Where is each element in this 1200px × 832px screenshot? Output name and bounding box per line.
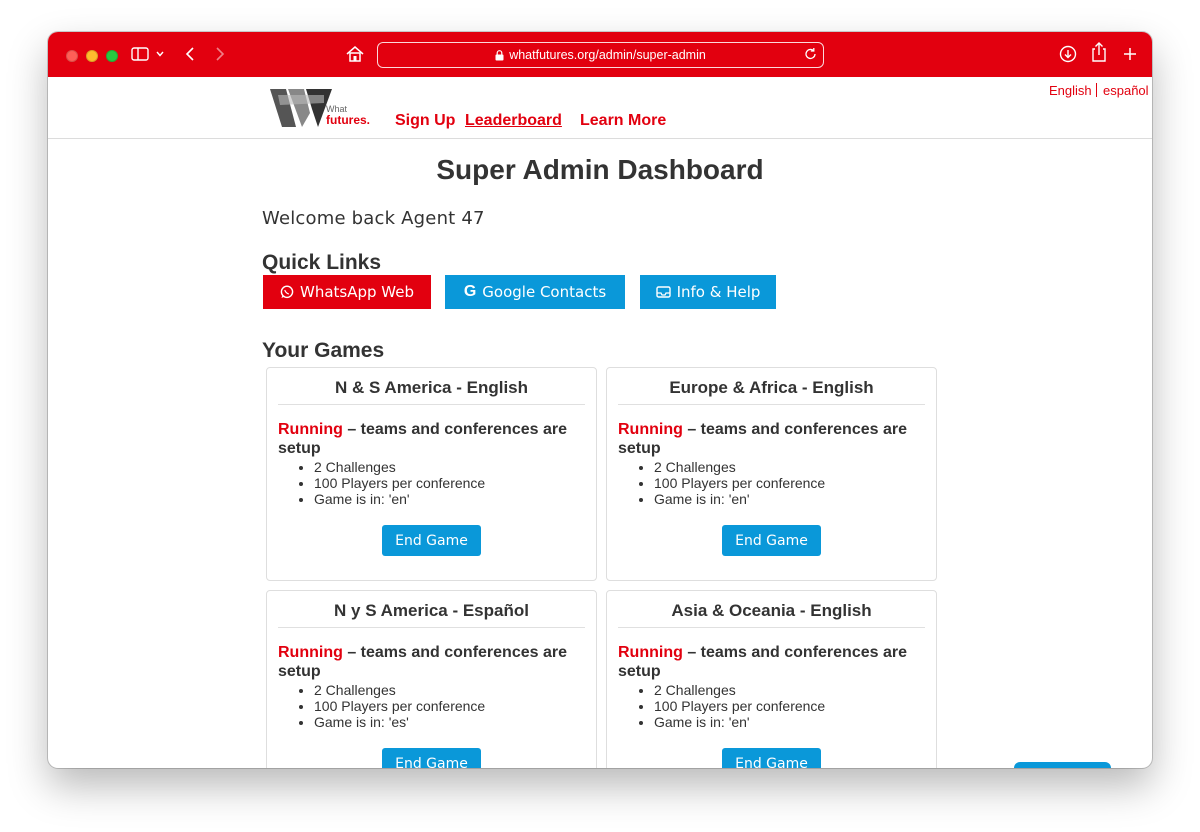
game-card: N & S America - English Running – teams … xyxy=(266,367,597,581)
google-icon: G xyxy=(463,283,477,300)
minimize-window-button[interactable] xyxy=(86,50,98,62)
new-tab-icon[interactable] xyxy=(1123,44,1137,64)
browser-window: whatfutures.org/admin/super-admin What f… xyxy=(48,32,1152,768)
game-status: Running – teams and conferences are setu… xyxy=(278,643,588,681)
zoom-window-button[interactable] xyxy=(106,50,118,62)
floating-action-button[interactable] xyxy=(1014,762,1111,768)
status-running: Running xyxy=(278,644,343,661)
end-game-button[interactable]: End Game xyxy=(382,525,481,556)
game-details-list: 2 Challenges 100 Players per conference … xyxy=(618,682,825,730)
info-help-button[interactable]: Info & Help xyxy=(640,275,776,309)
whatfutures-logo[interactable]: What futures. xyxy=(268,83,378,129)
game-details-list: 2 Challenges 100 Players per conference … xyxy=(278,682,485,730)
game-status: Running – teams and conferences are setu… xyxy=(618,643,928,681)
game-card: N y S America - Español Running – teams … xyxy=(266,590,597,768)
game-players: 100 Players per conference xyxy=(314,475,485,491)
sidebar-icon[interactable] xyxy=(131,44,149,64)
game-language: Game is in: 'en' xyxy=(654,714,825,730)
end-game-button[interactable]: End Game xyxy=(722,525,821,556)
whatsapp-web-button[interactable]: WhatsApp Web xyxy=(263,275,431,309)
game-details-list: 2 Challenges 100 Players per conference … xyxy=(278,459,485,507)
status-running: Running xyxy=(618,421,683,438)
your-games-heading: Your Games xyxy=(262,339,385,362)
nav-learn-more-link[interactable]: Learn More xyxy=(580,112,666,130)
google-contacts-label: Google Contacts xyxy=(482,283,607,301)
game-status: Running – teams and conferences are setu… xyxy=(278,420,588,458)
game-details-list: 2 Challenges 100 Players per conference … xyxy=(618,459,825,507)
share-icon[interactable] xyxy=(1091,42,1107,62)
game-card: Europe & Africa - English Running – team… xyxy=(606,367,937,581)
browser-toolbar: whatfutures.org/admin/super-admin xyxy=(48,32,1152,77)
main-content: Super Admin Dashboard Welcome back Agent… xyxy=(48,138,1152,768)
game-players: 100 Players per conference xyxy=(654,698,825,714)
game-card: Asia & Oceania - English Running – teams… xyxy=(606,590,937,768)
game-players: 100 Players per conference xyxy=(654,475,825,491)
close-window-button[interactable] xyxy=(66,50,78,62)
game-challenges: 2 Challenges xyxy=(654,682,825,698)
url-text: whatfutures.org/admin/super-admin xyxy=(509,48,706,62)
status-running: Running xyxy=(278,421,343,438)
game-challenges: 2 Challenges xyxy=(654,459,825,475)
game-language: Game is in: 'en' xyxy=(654,491,825,507)
game-players: 100 Players per conference xyxy=(314,698,485,714)
lang-separator xyxy=(1096,83,1097,97)
nav-signup-link[interactable]: Sign Up xyxy=(395,112,455,130)
whatsapp-icon xyxy=(280,285,294,299)
welcome-message: Welcome back Agent 47 xyxy=(262,208,485,229)
info-help-label: Info & Help xyxy=(676,283,761,301)
chevron-down-icon[interactable] xyxy=(156,44,164,64)
inbox-icon xyxy=(655,286,671,298)
site-header: What futures. Sign Up Leaderboard Learn … xyxy=(48,77,1152,139)
status-running: Running xyxy=(618,644,683,661)
home-icon[interactable] xyxy=(346,44,364,64)
game-status: Running – teams and conferences are setu… xyxy=(618,420,928,458)
logo-text-bottom: futures. xyxy=(326,113,370,127)
lang-spanish-link[interactable]: español xyxy=(1103,83,1149,98)
download-icon[interactable] xyxy=(1059,44,1077,64)
forward-icon[interactable] xyxy=(215,44,225,64)
back-icon[interactable] xyxy=(185,44,195,64)
game-title: Asia & Oceania - English xyxy=(618,601,925,628)
game-challenges: 2 Challenges xyxy=(314,682,485,698)
game-language: Game is in: 'es' xyxy=(314,714,485,730)
game-title: N y S America - Español xyxy=(278,601,585,628)
google-contacts-button[interactable]: G Google Contacts xyxy=(445,275,625,309)
lang-english-link[interactable]: English xyxy=(1049,83,1092,98)
game-title: N & S America - English xyxy=(278,378,585,405)
whatsapp-web-label: WhatsApp Web xyxy=(299,283,414,301)
address-bar[interactable]: whatfutures.org/admin/super-admin xyxy=(377,42,824,68)
page-title: Super Admin Dashboard xyxy=(436,154,764,185)
game-language: Game is in: 'en' xyxy=(314,491,485,507)
quick-links-heading: Quick Links xyxy=(262,251,382,274)
lock-icon xyxy=(495,49,504,61)
end-game-button[interactable]: End Game xyxy=(722,748,821,768)
reload-icon[interactable] xyxy=(804,47,817,64)
game-challenges: 2 Challenges xyxy=(314,459,485,475)
nav-leaderboard-link[interactable]: Leaderboard xyxy=(465,112,562,130)
game-title: Europe & Africa - English xyxy=(618,378,925,405)
end-game-button[interactable]: End Game xyxy=(382,748,481,768)
